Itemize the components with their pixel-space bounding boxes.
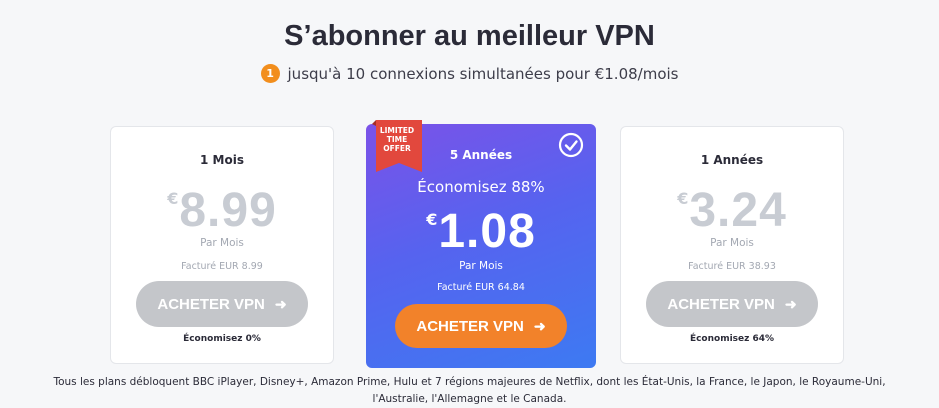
arrow-right-icon: ➜ bbox=[533, 317, 546, 334]
buy-vpn-button[interactable]: ACHETER VPN ➜ bbox=[395, 304, 567, 348]
price: € 1.08 bbox=[366, 206, 596, 258]
buy-button-label: ACHETER VPN bbox=[667, 295, 775, 313]
price-amount: 8.99 bbox=[179, 184, 277, 237]
plan-name: 1 Années bbox=[700, 153, 764, 167]
price-amount: 1.08 bbox=[438, 205, 536, 258]
billed-amount: Facturé EUR 8.99 bbox=[181, 261, 263, 272]
plan-name: 5 Années bbox=[449, 148, 513, 162]
currency-symbol: € bbox=[167, 189, 179, 208]
buy-button-label: ACHETER VPN bbox=[157, 295, 265, 313]
plan-card-1-month[interactable]: 1 Mois € 8.99 Par Mois Facturé EUR 8.99 … bbox=[110, 126, 334, 364]
savings-label: Économisez 64% bbox=[689, 334, 775, 344]
per-month-label: Par Mois bbox=[710, 237, 754, 249]
buy-button-label: ACHETER VPN bbox=[416, 317, 524, 335]
buy-vpn-button[interactable]: ACHETER VPN ➜ bbox=[136, 281, 308, 327]
savings-headline: Économisez 88% bbox=[417, 178, 545, 196]
arrow-right-icon: ➜ bbox=[274, 295, 287, 312]
plans-footnote: Tous les plans débloquent BBC iPlayer, D… bbox=[40, 374, 899, 408]
subtitle-row: 1 jusqu'à 10 connexions simultanées pour… bbox=[0, 64, 939, 83]
currency-symbol: € bbox=[426, 210, 438, 229]
price-amount: 3.24 bbox=[689, 184, 787, 237]
per-month-label: Par Mois bbox=[459, 260, 503, 272]
footnote-line-2: l'Australie, l'Allemagne et le Canada. bbox=[372, 393, 567, 405]
price: € 3.24 bbox=[621, 185, 843, 237]
footnote-line-1: Tous les plans débloquent BBC iPlayer, D… bbox=[53, 376, 886, 388]
plan-name: 1 Mois bbox=[200, 153, 244, 167]
savings-label: Économisez 0% bbox=[183, 334, 261, 344]
currency-symbol: € bbox=[677, 189, 689, 208]
subtitle-text: jusqu'à 10 connexions simultanées pour €… bbox=[287, 64, 679, 83]
price: € 8.99 bbox=[111, 185, 333, 237]
billed-amount: Facturé EUR 38.93 bbox=[688, 261, 776, 272]
buy-vpn-button[interactable]: ACHETER VPN ➜ bbox=[646, 281, 818, 327]
page-title: S’abonner au meilleur VPN bbox=[284, 20, 655, 52]
billed-amount: Facturé EUR 64.84 bbox=[437, 282, 525, 293]
number-badge: 1 bbox=[260, 64, 280, 83]
per-month-label: Par Mois bbox=[200, 237, 244, 249]
plan-card-5-years[interactable]: LIMITED TIME OFFER 5 Années Économisez 8… bbox=[366, 120, 596, 368]
arrow-right-icon: ➜ bbox=[784, 295, 797, 312]
plan-card-1-year[interactable]: 1 Années € 3.24 Par Mois Facturé EUR 38.… bbox=[620, 126, 844, 364]
